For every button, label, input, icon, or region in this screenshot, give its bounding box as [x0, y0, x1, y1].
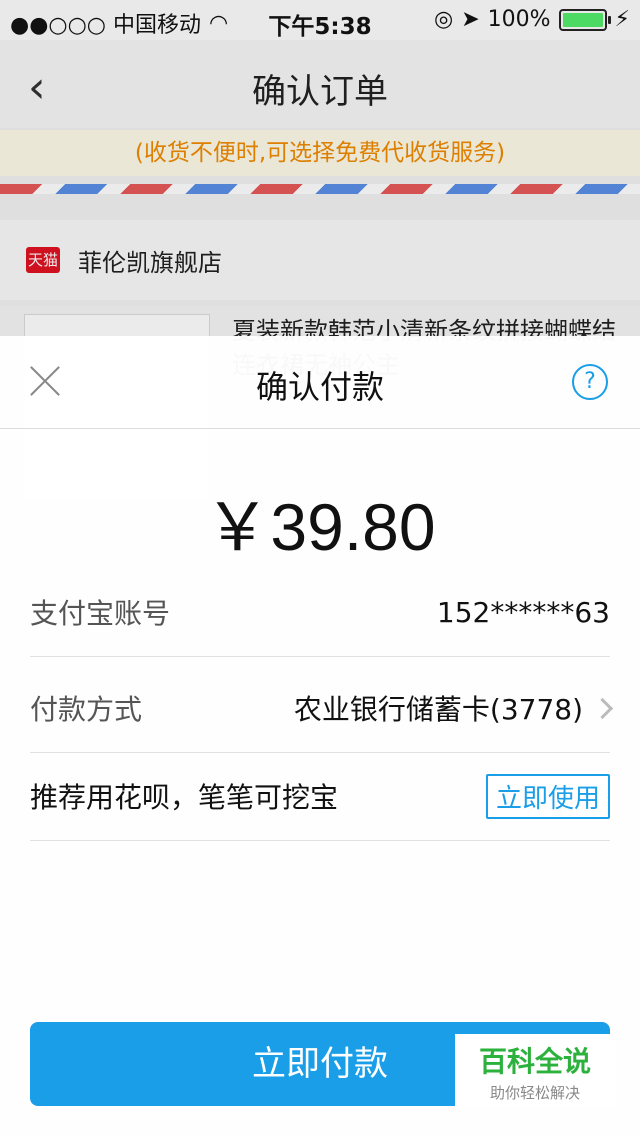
- alipay-account-label: 支付宝账号: [30, 597, 171, 630]
- location-icon: ➤: [461, 7, 480, 32]
- charging-icon: ⚡: [614, 7, 630, 32]
- watermark-main: 百科全说: [478, 1045, 591, 1078]
- payment-amount: ￥39.80: [204, 490, 436, 564]
- battery-icon: [558, 8, 611, 31]
- chevron-right-icon: [591, 697, 614, 719]
- alipay-account-row: 支付宝账号 152******63: [30, 568, 610, 657]
- payment-sheet: 确认付款 ? ￥39.80 支付宝账号 152******63 付款方式 农业银…: [0, 336, 640, 1136]
- status-right: ◎ ➤ 100% ⚡: [434, 7, 630, 32]
- huabei-promo-row: 推荐用花呗，笔笔可挖宝 立即使用: [30, 752, 610, 841]
- lock-rotation-icon: ◎: [434, 7, 454, 32]
- payment-method-label: 付款方式: [30, 693, 143, 726]
- use-now-button[interactable]: 立即使用: [485, 773, 610, 819]
- watermark-sub: 助你轻松解决: [489, 1084, 580, 1102]
- alipay-account-value: 152******63: [436, 595, 610, 629]
- payment-method-row[interactable]: 付款方式 农业银行储蓄卡(3778): [30, 664, 614, 753]
- sheet-header: 确认付款 ?: [0, 336, 640, 429]
- payment-method-value: 农业银行储蓄卡(3778): [293, 693, 583, 726]
- watermark-logo: 百科全说 助你轻松解决: [455, 1034, 615, 1106]
- payment-method-value-wrap: 农业银行储蓄卡(3778): [293, 688, 614, 728]
- sheet-title: 确认付款: [255, 368, 384, 406]
- status-bar: ●●○○○ 中国移动 ◠ 下午5:38 ◎ ➤ 100% ⚡: [0, 0, 640, 40]
- battery-percent: 100%: [487, 7, 551, 32]
- huabei-promo-label: 推荐用花呗，笔笔可挖宝: [30, 781, 339, 814]
- help-icon[interactable]: ?: [572, 364, 608, 400]
